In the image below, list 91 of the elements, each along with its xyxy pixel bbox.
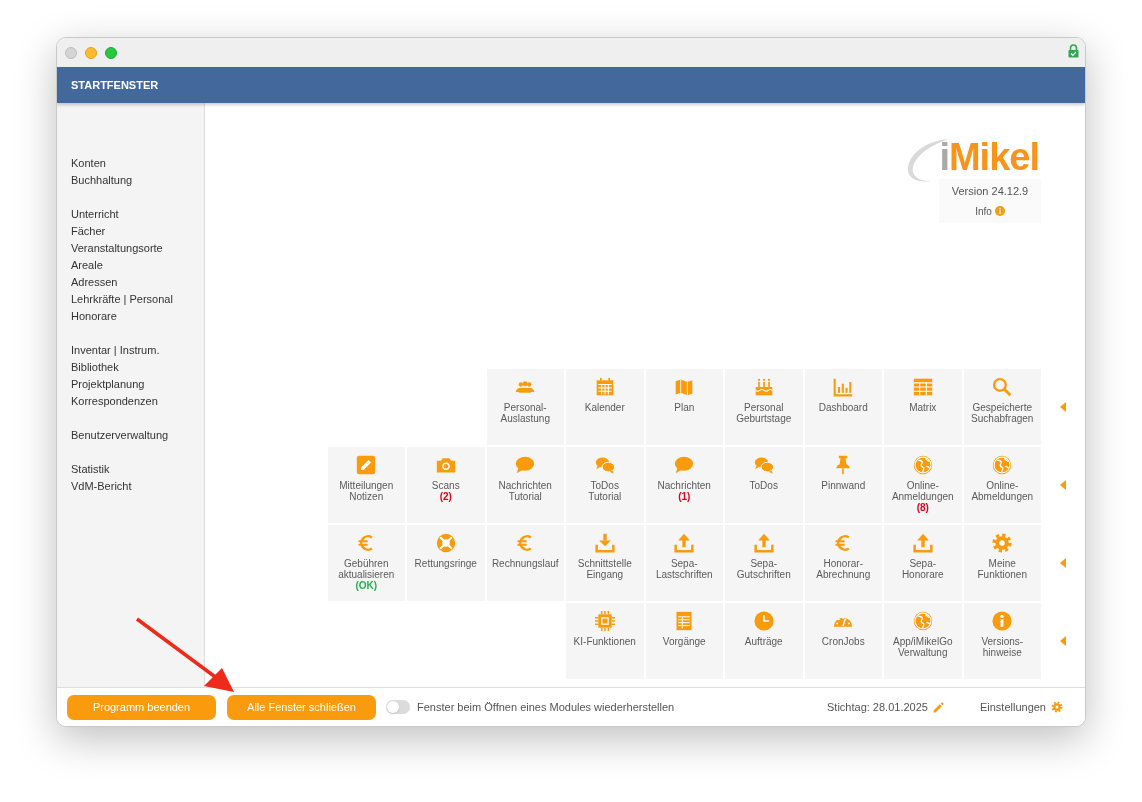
module-tile[interactable]: Sepa- Lastschriften bbox=[645, 525, 723, 601]
collapse-arrow-icon[interactable] bbox=[1060, 402, 1066, 412]
search-icon bbox=[992, 377, 1013, 397]
restore-toggle[interactable] bbox=[386, 700, 410, 714]
pencil-icon[interactable] bbox=[931, 700, 945, 714]
module-tile[interactable]: Nachrichten (1) bbox=[645, 447, 723, 523]
collapse-arrow-icon[interactable] bbox=[1060, 480, 1066, 490]
map-icon bbox=[674, 377, 695, 397]
module-tile[interactable]: ToDos Tutorial bbox=[566, 447, 644, 523]
sidebar-item[interactable]: Statistik bbox=[71, 461, 110, 478]
sidebar-item[interactable]: Konten bbox=[71, 155, 106, 172]
restore-toggle-label: Fenster beim Öffnen eines Modules wiederherstellen bbox=[417, 699, 675, 715]
logo: iMikel bbox=[939, 135, 1039, 179]
module-tile[interactable]: Personal- Auslastung bbox=[486, 369, 564, 445]
download-icon bbox=[594, 533, 615, 553]
globe-icon bbox=[912, 611, 933, 631]
module-tile[interactable]: Gespeicherte Suchabfragen bbox=[963, 369, 1041, 445]
lock-icon bbox=[1068, 44, 1079, 58]
sidebar-item[interactable]: Benutzerverwaltung bbox=[71, 427, 169, 444]
module-tile[interactable]: Sepa- Gutschriften bbox=[725, 525, 803, 601]
sidebar-item[interactable]: Bibliothek bbox=[71, 359, 119, 376]
upload-icon bbox=[674, 533, 695, 553]
sidebar-item[interactable]: Korrespondenzen bbox=[71, 393, 158, 410]
clock-icon bbox=[753, 611, 774, 631]
module-tile[interactable]: Plan bbox=[645, 369, 723, 445]
upload-icon bbox=[912, 533, 933, 553]
module-tile[interactable]: Scans (2) bbox=[407, 447, 485, 523]
cake-icon bbox=[753, 377, 774, 397]
settings-link[interactable]: Einstellungen bbox=[979, 698, 1046, 716]
info-icon bbox=[994, 206, 1005, 216]
calendar-icon bbox=[594, 377, 615, 397]
sidebar-item[interactable]: Honorare bbox=[71, 308, 117, 325]
module-tile[interactable]: Pinnwand bbox=[804, 447, 882, 523]
globe-icon bbox=[992, 455, 1013, 475]
module-tile[interactable]: Meine Funktionen bbox=[963, 525, 1041, 601]
module-tile[interactable]: KI-Funktionen bbox=[566, 603, 644, 679]
camera-icon bbox=[435, 455, 456, 475]
speech-bubbles-icon bbox=[594, 455, 615, 475]
sidebar-item[interactable]: Unterricht bbox=[71, 206, 119, 223]
module-tile[interactable]: Aufträge bbox=[725, 603, 803, 679]
window-title: STARTFENSTER bbox=[71, 77, 159, 93]
module-tile[interactable]: Online- Abmeldungen bbox=[963, 447, 1041, 523]
sidebar-item[interactable]: Buchhaltung bbox=[71, 172, 133, 189]
collapse-arrow-icon[interactable] bbox=[1060, 636, 1066, 646]
module-tile[interactable]: Schnittstelle Eingang bbox=[566, 525, 644, 601]
globe-icon bbox=[912, 455, 933, 475]
gear-icon bbox=[992, 533, 1013, 553]
module-tile[interactable]: Dashboard bbox=[804, 369, 882, 445]
module-tile[interactable]: Sepa- Honorare bbox=[884, 525, 962, 601]
info-icon bbox=[992, 611, 1013, 631]
chip-icon bbox=[594, 611, 615, 631]
sidebar-item[interactable]: Lehrkräfte | Personal bbox=[71, 291, 173, 308]
lifebuoy-icon bbox=[435, 533, 456, 553]
info-link[interactable]: Info bbox=[975, 203, 1005, 219]
module-tile[interactable]: Personal Geburtstage bbox=[725, 369, 803, 445]
speech-bubble-icon bbox=[515, 455, 536, 475]
module-tile[interactable]: Vorgänge bbox=[645, 603, 723, 679]
table-icon bbox=[912, 377, 933, 397]
minimize-window-button[interactable] bbox=[85, 46, 97, 59]
module-tile[interactable]: Kalender bbox=[566, 369, 644, 445]
sidebar-item[interactable]: Fächer bbox=[71, 223, 106, 240]
key-date-text: Stichtag: 28.01.2025 bbox=[827, 699, 928, 715]
module-tile[interactable]: App/iMikelGo Verwaltung bbox=[884, 603, 962, 679]
close-window-button[interactable] bbox=[65, 46, 77, 59]
module-tile[interactable]: Online- Anmeldungen (8) bbox=[884, 447, 962, 523]
collapse-arrow-icon[interactable] bbox=[1060, 558, 1066, 568]
sidebar-item[interactable]: VdM-Bericht bbox=[71, 478, 132, 495]
maximize-window-button[interactable] bbox=[105, 46, 117, 59]
module-tile[interactable]: Rettungsringe bbox=[407, 525, 485, 601]
speech-bubble-icon bbox=[674, 455, 695, 475]
sidebar-item[interactable]: Areale bbox=[71, 257, 103, 274]
bar-chart-icon bbox=[833, 377, 854, 397]
spreadsheet-icon bbox=[674, 611, 695, 631]
module-tile[interactable]: Honorar- Abrechnung bbox=[804, 525, 882, 601]
settings-icon[interactable] bbox=[1051, 701, 1063, 713]
module-tile[interactable]: Rechnungslauf bbox=[486, 525, 564, 601]
module-tile[interactable]: Versions- hinweise bbox=[963, 603, 1041, 679]
version-text: Version 24.12.9 bbox=[951, 184, 1029, 199]
module-tile[interactable]: CronJobs bbox=[804, 603, 882, 679]
module-tile[interactable]: Gebühren aktualisieren (OK) bbox=[327, 525, 405, 601]
module-tile[interactable]: ToDos bbox=[725, 447, 803, 523]
module-tile[interactable]: Mitteilungen Notizen bbox=[327, 447, 405, 523]
module-tile[interactable]: Nachrichten Tutorial bbox=[486, 447, 564, 523]
speech-bubbles-icon bbox=[753, 455, 774, 475]
module-tile[interactable]: Matrix bbox=[884, 369, 962, 445]
sidebar-item[interactable]: Projektplanung bbox=[71, 376, 145, 393]
sidebar-item[interactable]: Veranstaltungsorte bbox=[71, 240, 163, 257]
upload-icon bbox=[753, 533, 774, 553]
edit-icon bbox=[356, 455, 377, 475]
sidebar-item[interactable]: Adressen bbox=[71, 274, 118, 291]
sidebar-item[interactable]: Inventar | Instrum. bbox=[71, 342, 160, 359]
